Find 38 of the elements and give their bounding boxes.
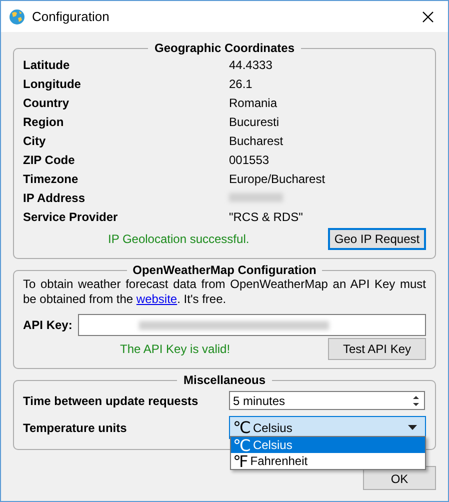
field-value: Romania — [229, 96, 278, 110]
field-value: Bucuresti — [229, 114, 280, 128]
info-paragraph: To obtain weather forecast data from OpenWeatherMap an API Key must be obtained from the website. It's free. — [23, 277, 426, 307]
group-title: Geographic Coordinates — [153, 41, 296, 55]
status-message: The API Key is valid! — [120, 342, 230, 356]
blurred-value — [229, 193, 283, 202]
dropdown-option[interactable]: ℃Celsius — [231, 437, 425, 453]
website-link[interactable]: website — [136, 292, 178, 306]
dropdown-arrow-icon — [408, 425, 417, 430]
geo-ip-request-button[interactable]: Geo IP Request — [328, 228, 426, 250]
field-label: ZIP Code — [23, 152, 76, 166]
globe-icon — [9, 8, 25, 24]
field-label: Country — [23, 96, 70, 110]
field-label: Longitude — [23, 76, 82, 90]
interval-spinbox[interactable]: 5 minutes — [229, 391, 425, 410]
test-api-key-button[interactable]: Test API Key — [328, 338, 426, 360]
status-message: IP Geolocation successful. — [108, 232, 250, 246]
field-label: Timezone — [23, 172, 80, 186]
field-label: API Key: — [23, 318, 72, 332]
field-value: 26.1 — [229, 76, 252, 90]
field-value: Europe/Bucharest — [229, 172, 326, 186]
field-label: IP Address — [23, 190, 86, 204]
field-value: "RCS & RDS" — [229, 210, 303, 224]
window-title: Configuration — [32, 9, 110, 24]
field-label: City — [23, 134, 47, 148]
field-label: Region — [23, 114, 65, 128]
field-label: Time between update requests — [23, 394, 200, 408]
field-label: Temperature units — [23, 420, 128, 434]
field-value: 001553 — [229, 152, 270, 166]
group-title: OpenWeatherMap Configuration — [132, 263, 318, 277]
group-title: Miscellaneous — [182, 373, 267, 387]
dropdown-option[interactable]: ℉Fahrenheit — [231, 453, 425, 469]
close-icon[interactable] — [422, 10, 434, 22]
field-value: 44.4333 — [229, 58, 272, 72]
api-key-field[interactable] — [78, 314, 426, 336]
field-value: Bucharest — [229, 134, 284, 148]
field-label: Service Provider — [23, 210, 119, 224]
field-label: Latitude — [23, 58, 71, 72]
